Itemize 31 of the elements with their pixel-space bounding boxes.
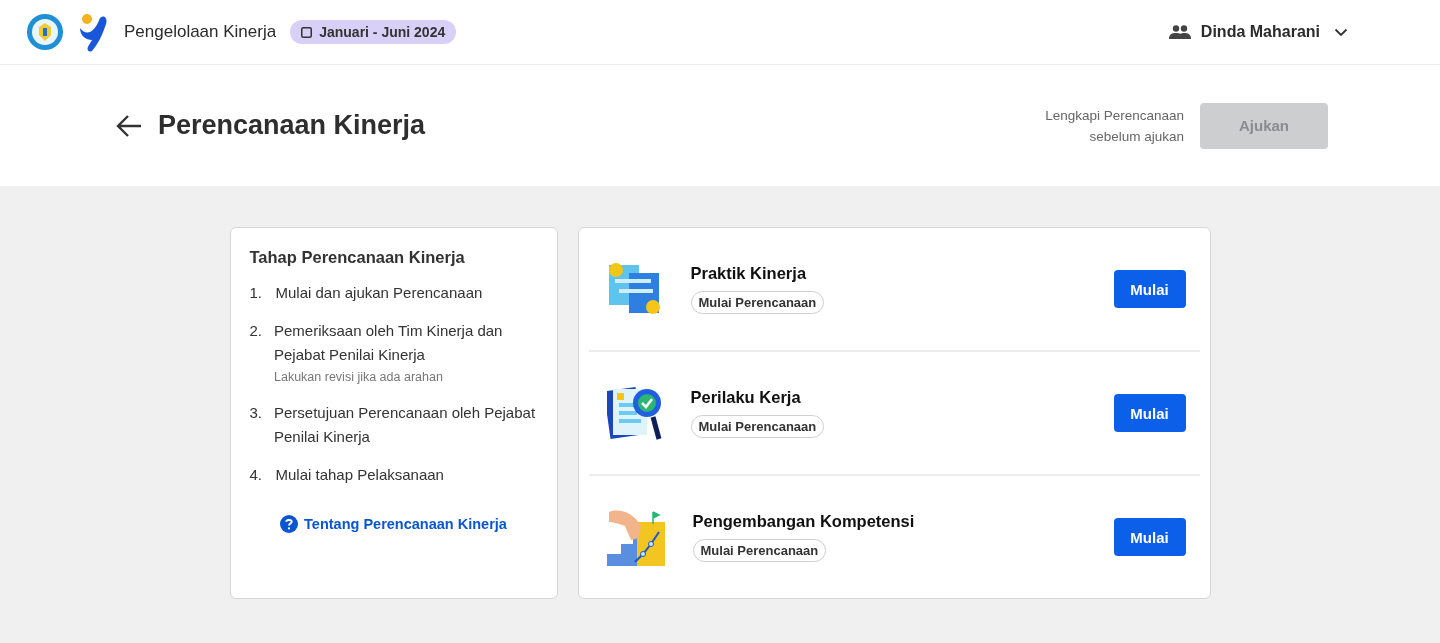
back-arrow-icon[interactable]: [116, 113, 142, 138]
steps-title: Tahap Perencanaan Kinerja: [249, 248, 466, 267]
step-note: Lakukan revisi jika ada arahan: [274, 369, 444, 386]
section-title: Pengembangan Kompetensi: [692, 512, 915, 531]
documents-illustration-drawing: [606, 261, 663, 317]
section-title: Praktik Kinerja: [690, 264, 807, 283]
help-icon: [280, 515, 299, 533]
users-icon: [1168, 25, 1191, 39]
step-text: Mulai tahap Pelaksanaan: [275, 465, 444, 485]
section-title: Perilaku Kerja: [690, 388, 801, 407]
start-button[interactable]: Mulai: [1113, 518, 1186, 556]
period-badge[interactable]: Januari - Juni 2024: [290, 20, 457, 44]
submit-hint: Lengkapi Perencanaan sebelum ajukan: [1044, 106, 1184, 146]
step-number: 2.: [249, 321, 262, 341]
app-title: Pengelolaan Kinerja: [124, 22, 277, 42]
step-number: 4.: [249, 465, 263, 485]
hand-stairs-drawing: [606, 508, 665, 566]
step-text: Persetujuan Perencanaan oleh Pejabat Penilai Kinerja: [274, 403, 537, 447]
figure-logo-icon: [78, 12, 108, 52]
chevron-down-icon: [1334, 27, 1348, 37]
square-icon: [301, 26, 313, 38]
step-number: 3.: [249, 403, 262, 423]
start-button[interactable]: Mulai: [1113, 394, 1186, 432]
step-text: Pemeriksaan oleh Tim Kinerja dan Pejabat Penilai Kinerja: [274, 321, 504, 365]
step-text: Mulai dan ajukan Perencanaan: [275, 283, 483, 303]
about-link[interactable]: Tentang Perencanaan Kinerja: [280, 515, 507, 533]
emblem-logo-icon: [26, 13, 64, 51]
user-menu[interactable]: Dinda Maharani: [1168, 19, 1348, 45]
start-button[interactable]: Mulai: [1113, 270, 1186, 308]
step-number: 1.: [249, 283, 263, 303]
page-title: Perencanaan Kinerja: [158, 110, 426, 141]
